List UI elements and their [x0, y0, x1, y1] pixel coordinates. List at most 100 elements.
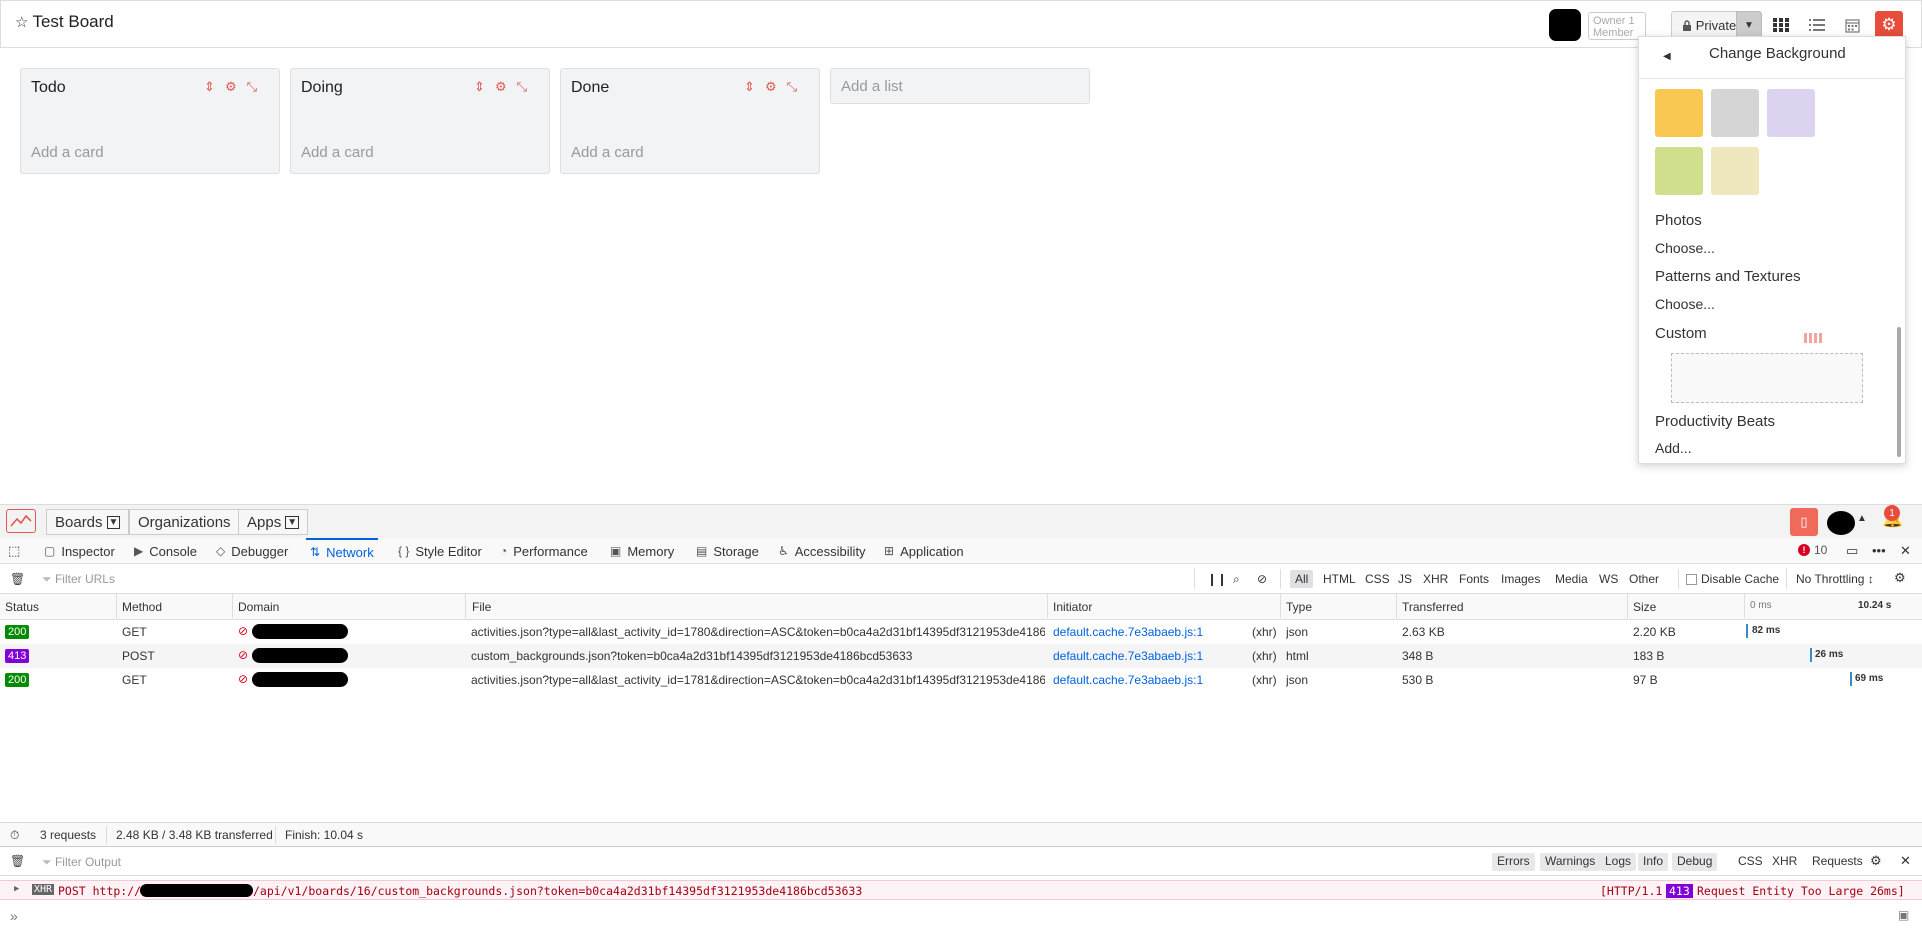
- col-size[interactable]: Size: [1633, 600, 1656, 614]
- list-title[interactable]: Todo: [31, 79, 66, 97]
- photos-choose-link[interactable]: Choose...: [1655, 240, 1715, 256]
- tab-network[interactable]: ⇅ Network: [306, 538, 378, 564]
- element-picker-icon[interactable]: ⬚: [8, 543, 20, 559]
- filter-xhr[interactable]: XHR: [1418, 570, 1453, 588]
- user-avatar[interactable]: [1827, 511, 1855, 535]
- list-view-icon[interactable]: [1805, 13, 1829, 37]
- custom-upload-dropzone[interactable]: [1671, 353, 1863, 403]
- list-title[interactable]: Doing: [301, 79, 343, 97]
- color-swatch[interactable]: [1655, 89, 1703, 137]
- console-filter-info[interactable]: Info: [1638, 853, 1669, 871]
- caret-down-icon[interactable]: ▲: [1857, 513, 1867, 524]
- tab-application[interactable]: ⊞ Application: [880, 538, 968, 564]
- close-console-icon[interactable]: ✕: [1900, 853, 1911, 869]
- table-row[interactable]: 413 POST ⊘ custom_backgrounds.json?token…: [0, 644, 1922, 668]
- owner-avatar[interactable]: [1549, 9, 1581, 41]
- tab-inspector[interactable]: ▢ Inspector: [40, 538, 119, 564]
- more-options-icon[interactable]: •••: [1872, 543, 1886, 558]
- add-card-link[interactable]: Add a card: [301, 144, 374, 161]
- console-filter-xhr[interactable]: XHR: [1772, 854, 1797, 868]
- sort-icon[interactable]: ⇕: [204, 79, 215, 95]
- filter-html[interactable]: HTML: [1318, 570, 1361, 588]
- board-settings-button[interactable]: ⚙: [1875, 11, 1903, 39]
- productivity-beats-add-link[interactable]: Add...: [1655, 440, 1692, 456]
- table-row[interactable]: 200 GET ⊘ activities.json?type=all&last_…: [0, 620, 1922, 644]
- add-card-link[interactable]: Add a card: [571, 144, 644, 161]
- tab-memory[interactable]: ▣ Memory: [606, 538, 678, 564]
- filter-urls-input[interactable]: ⏷ Filter URLs: [42, 572, 115, 587]
- tab-accessibility[interactable]: ♿ Accessibility: [774, 538, 870, 564]
- message-url[interactable]: /api/v1/boards/16/custom_backgrounds.jso…: [253, 884, 862, 898]
- privacy-dropdown-button[interactable]: ▼: [1736, 11, 1762, 39]
- filter-all[interactable]: All: [1290, 570, 1314, 588]
- add-list-input[interactable]: Add a list: [830, 68, 1090, 104]
- calendar-view-icon[interactable]: [1840, 13, 1864, 37]
- console-filter-requests[interactable]: Requests: [1812, 854, 1863, 868]
- split-console-icon[interactable]: ▣: [1898, 908, 1909, 922]
- filter-ws[interactable]: WS: [1594, 570, 1623, 588]
- console-filter-errors[interactable]: Errors: [1492, 853, 1535, 871]
- tab-style-editor[interactable]: { } Style Editor: [394, 538, 486, 564]
- col-transferred[interactable]: Transferred: [1402, 600, 1464, 614]
- initiator-link[interactable]: default.cache.7e3abaeb.js:1: [1053, 673, 1203, 687]
- collapse-icon[interactable]: ⤡: [787, 79, 797, 95]
- filter-other[interactable]: Other: [1624, 570, 1664, 588]
- color-swatch[interactable]: [1711, 89, 1759, 137]
- clear-trash-icon[interactable]: 🗑: [10, 572, 25, 586]
- apps-menu[interactable]: Apps ▼: [238, 509, 309, 535]
- clear-console-trash-icon[interactable]: 🗑: [10, 854, 25, 868]
- color-swatch[interactable]: [1711, 147, 1759, 195]
- sort-icon[interactable]: ⇕: [474, 79, 485, 95]
- color-swatch[interactable]: [1767, 89, 1815, 137]
- console-filter-warnings[interactable]: Warnings: [1540, 853, 1601, 871]
- table-row[interactable]: 200 GET ⊘ activities.json?type=all&last_…: [0, 668, 1922, 692]
- sort-icon[interactable]: ⇕: [744, 79, 755, 95]
- error-counter[interactable]: ! 10: [1798, 543, 1827, 557]
- list-todo[interactable]: Todo ⇕ ⚙ ⤡ Add a card: [20, 68, 280, 174]
- gear-icon[interactable]: ⚙: [495, 79, 507, 95]
- console-input[interactable]: » ▣: [0, 906, 1922, 928]
- filter-fonts[interactable]: Fonts: [1454, 570, 1494, 588]
- gear-icon[interactable]: ⚙: [765, 79, 777, 95]
- tab-debugger[interactable]: ◇ Debugger: [212, 538, 292, 564]
- col-type[interactable]: Type: [1286, 600, 1312, 614]
- organizations-menu[interactable]: Organizations: [129, 509, 240, 535]
- console-filter-logs[interactable]: Logs: [1600, 853, 1637, 871]
- col-domain[interactable]: Domain: [238, 600, 279, 614]
- console-filter-css[interactable]: CSS: [1738, 854, 1763, 868]
- list-title[interactable]: Done: [571, 79, 609, 97]
- mobile-view-button[interactable]: ▯: [1790, 508, 1818, 536]
- star-icon[interactable]: ☆: [15, 13, 28, 31]
- add-card-link[interactable]: Add a card: [31, 144, 104, 161]
- throttling-select[interactable]: No Throttling ↕: [1796, 572, 1874, 586]
- gear-icon[interactable]: ⚙: [225, 79, 237, 95]
- filter-output-input[interactable]: ⏷ Filter Output: [42, 855, 121, 870]
- tab-performance[interactable]: ◔ Performance: [496, 538, 592, 564]
- tab-console[interactable]: ▶ Console: [130, 538, 201, 564]
- collapse-icon[interactable]: ⤡: [247, 79, 257, 95]
- expand-arrow-icon[interactable]: ▶: [14, 884, 19, 894]
- grid-view-icon[interactable]: [1769, 13, 1793, 37]
- board-title[interactable]: Test Board: [32, 12, 113, 32]
- console-error-message[interactable]: ▶ XHR POST http:// /api/v1/boards/16/cus…: [0, 880, 1922, 900]
- col-method[interactable]: Method: [122, 600, 162, 614]
- filter-css[interactable]: CSS: [1360, 570, 1395, 588]
- close-devtools-icon[interactable]: ✕: [1900, 543, 1911, 559]
- console-settings-gear-icon[interactable]: ⚙: [1870, 853, 1882, 869]
- back-arrow-icon[interactable]: ◀: [1663, 51, 1671, 62]
- col-status[interactable]: Status: [5, 600, 39, 614]
- collapse-icon[interactable]: ⤡: [517, 79, 527, 95]
- filter-media[interactable]: Media: [1550, 570, 1593, 588]
- color-swatch[interactable]: [1655, 147, 1703, 195]
- console-filter-debug[interactable]: Debug: [1672, 853, 1718, 871]
- list-done[interactable]: Done ⇕ ⚙ ⤡ Add a card: [560, 68, 820, 174]
- search-icon[interactable]: ⌕: [1228, 570, 1245, 589]
- boards-menu[interactable]: Boards ▼: [46, 509, 130, 535]
- responsive-mode-icon[interactable]: ▭: [1846, 543, 1858, 559]
- stopwatch-icon[interactable]: ⏱: [10, 828, 19, 843]
- filter-js[interactable]: JS: [1393, 570, 1417, 588]
- disable-cache-checkbox[interactable]: Disable Cache: [1686, 572, 1779, 586]
- filter-images[interactable]: Images: [1496, 570, 1545, 588]
- list-doing[interactable]: Doing ⇕ ⚙ ⤡ Add a card: [290, 68, 550, 174]
- popup-scrollbar[interactable]: [1897, 327, 1901, 457]
